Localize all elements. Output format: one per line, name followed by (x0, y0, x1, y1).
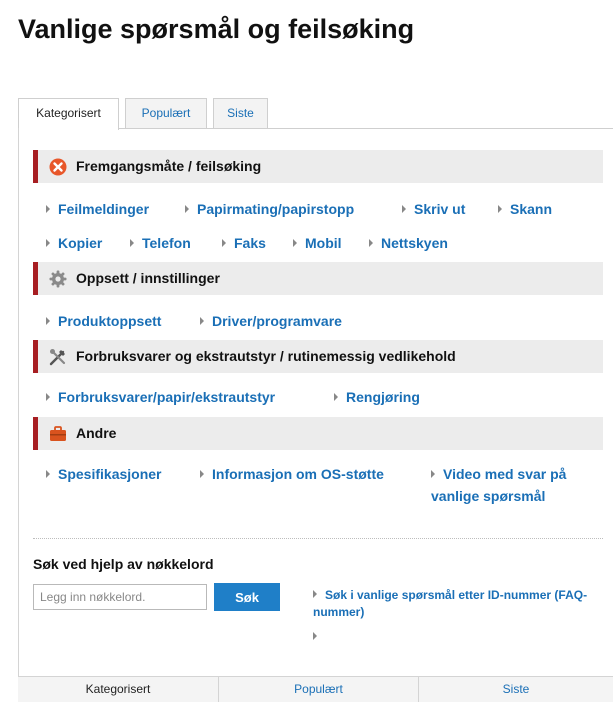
link-nettskyen[interactable]: Nettskyen (369, 231, 448, 255)
link-faks[interactable]: Faks (222, 231, 266, 255)
link-skann[interactable]: Skann (498, 197, 552, 221)
arrow-icon (200, 317, 204, 325)
tab-populaert[interactable]: Populært (125, 98, 207, 128)
divider (33, 538, 603, 539)
link-telefon[interactable]: Telefon (130, 231, 191, 255)
search-label: Søk ved hjelp av nøkkelord (33, 556, 214, 572)
arrow-icon (402, 205, 406, 213)
bottom-tab-bar: Kategorisert Populært Siste (18, 677, 613, 702)
arrow-icon (46, 393, 50, 401)
link-faq-id-search[interactable]: Søk i vanlige spørsmål etter ID-nummer (… (313, 587, 603, 621)
bottom-tab-kategorisert[interactable]: Kategorisert (18, 677, 218, 702)
arrow-icon (130, 239, 134, 247)
link-video-faq[interactable]: Video med svar på vanlige spørsmål (431, 463, 571, 507)
link-rengjoring[interactable]: Rengjøring (334, 385, 420, 409)
section-header-supplies: Forbruksvarer og ekstrautstyr / rutineme… (33, 340, 603, 373)
arrow-icon (46, 239, 50, 247)
arrow-icon (431, 470, 435, 478)
tab-kategorisert[interactable]: Kategorisert (18, 98, 119, 130)
arrow-icon (313, 632, 317, 640)
arrow-icon (46, 470, 50, 478)
arrow-icon (200, 470, 204, 478)
arrow-icon (498, 205, 502, 213)
arrow-icon (46, 317, 50, 325)
section-title: Fremgangsmåte / feilsøking (76, 158, 262, 174)
error-x-icon (49, 158, 67, 176)
section-title: Andre (76, 425, 117, 441)
section-header-setup: Oppsett / innstillinger (33, 262, 603, 295)
link-spesifikasjoner[interactable]: Spesifikasjoner (46, 462, 162, 486)
link-produktoppsett[interactable]: Produktoppsett (46, 309, 161, 333)
arrow-icon (334, 393, 338, 401)
section-header-troubleshooting: Fremgangsmåte / feilsøking (33, 150, 603, 183)
bottom-tab-siste[interactable]: Siste (419, 677, 613, 702)
keyword-search-input[interactable] (33, 584, 207, 610)
arrow-icon (313, 590, 317, 598)
page-title: Vanlige spørsmål og feilsøking (18, 14, 415, 44)
search-button[interactable]: Søk (214, 583, 280, 611)
link-kopier[interactable]: Kopier (46, 231, 102, 255)
arrow-icon (222, 239, 226, 247)
tools-icon (49, 348, 67, 366)
link-forbruksvarer[interactable]: Forbruksvarer/papir/ekstrautstyr (46, 385, 275, 409)
gear-icon (49, 270, 67, 288)
arrow-icon (369, 239, 373, 247)
link-os-stotte[interactable]: Informasjon om OS-støtte (200, 462, 384, 486)
link-driver[interactable]: Driver/programvare (200, 309, 342, 333)
section-header-other: Andre (33, 417, 603, 450)
section-title: Forbruksvarer og ekstrautstyr / rutineme… (76, 348, 456, 364)
link-mobil[interactable]: Mobil (293, 231, 342, 255)
arrow-icon (46, 205, 50, 213)
link-papirmating[interactable]: Papirmating/papirstopp (185, 197, 354, 221)
link-skriv-ut[interactable]: Skriv ut (402, 197, 465, 221)
arrow-icon (185, 205, 189, 213)
section-title: Oppsett / innstillinger (76, 270, 220, 286)
bottom-tab-populaert[interactable]: Populært (219, 677, 418, 702)
link-feilmeldinger[interactable]: Feilmeldinger (46, 197, 149, 221)
tab-siste[interactable]: Siste (213, 98, 268, 128)
toolbox-icon (49, 425, 67, 443)
arrow-icon (293, 239, 297, 247)
